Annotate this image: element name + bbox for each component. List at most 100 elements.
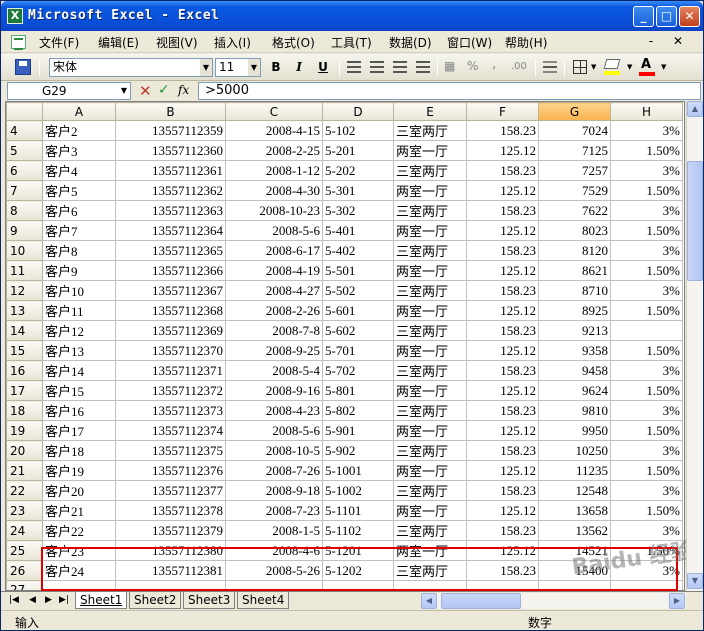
column-header-a[interactable]: A [42, 102, 116, 121]
cell-b[interactable]: 13557112379 [115, 520, 226, 541]
cell-c[interactable]: 2008-2-26 [225, 300, 323, 321]
cell-e[interactable]: 三室两厅 [393, 520, 467, 541]
cell-b[interactable]: 13557112374 [115, 420, 226, 441]
cell-h[interactable]: 3% [610, 240, 683, 261]
cell-d[interactable]: 5-1102 [322, 520, 394, 541]
cell-d[interactable]: 5-601 [322, 300, 394, 321]
cell-a[interactable]: 客户8 [42, 240, 116, 261]
minimize-button[interactable]: _ [633, 6, 654, 27]
cell-g[interactable]: 9950 [538, 420, 611, 441]
cell-h[interactable]: 1.50% [610, 340, 683, 361]
cell-g[interactable]: 10250 [538, 440, 611, 461]
column-header-c[interactable]: C [225, 102, 323, 121]
row-header[interactable]: 21 [6, 460, 43, 481]
cell-a[interactable]: 客户17 [42, 420, 116, 441]
cell-a[interactable]: 客户24 [42, 560, 116, 581]
cell-f[interactable]: 125.12 [466, 420, 539, 441]
cell-a[interactable]: 客户5 [42, 180, 116, 201]
cell-b[interactable]: 13557112380 [115, 540, 226, 561]
enter-check-icon[interactable]: ✓ [158, 82, 170, 98]
cell-b[interactable]: 13557112362 [115, 180, 226, 201]
cell-b[interactable]: 13557112372 [115, 380, 226, 401]
italic-button[interactable]: I [290, 59, 308, 76]
cell-d[interactable]: 5-501 [322, 260, 394, 281]
cell-d[interactable]: 5-302 [322, 200, 394, 221]
cell-a[interactable]: 客户19 [42, 460, 116, 481]
cell-f[interactable]: 158.23 [466, 160, 539, 181]
cell-a[interactable]: 客户6 [42, 200, 116, 221]
cell-d[interactable]: 5-902 [322, 440, 394, 461]
cell-f[interactable]: 158.23 [466, 200, 539, 221]
cell-c[interactable]: 2008-10-23 [225, 200, 323, 221]
cell-c[interactable]: 2008-1-5 [225, 520, 323, 541]
chevron-down-icon[interactable]: ▼ [200, 59, 212, 76]
column-header-g[interactable]: G [538, 102, 611, 121]
cell-d[interactable]: 5-802 [322, 400, 394, 421]
formula-input[interactable]: >5000 [198, 82, 701, 100]
row-header[interactable]: 6 [6, 160, 43, 181]
cell-g[interactable]: 9213 [538, 320, 611, 341]
cell-f[interactable]: 158.23 [466, 560, 539, 581]
cell-a[interactable]: 客户9 [42, 260, 116, 281]
horizontal-scroll-thumb[interactable] [441, 593, 521, 609]
cell-f[interactable]: 125.12 [466, 140, 539, 161]
chevron-down-icon[interactable]: ▼ [119, 84, 129, 98]
font-name-select[interactable]: 宋体 ▼ [49, 58, 213, 77]
cell-a[interactable]: 客户3 [42, 140, 116, 161]
cell-h[interactable]: 1.50% [610, 420, 683, 441]
row-header[interactable]: 23 [6, 500, 43, 521]
cell-c[interactable]: 2008-9-18 [225, 480, 323, 501]
cell-d[interactable]: 5-202 [322, 160, 394, 181]
cell-f[interactable]: 158.23 [466, 360, 539, 381]
cell-d[interactable]: 5-301 [322, 180, 394, 201]
cell-b[interactable]: 13557112359 [115, 120, 226, 141]
cell-f[interactable]: 125.12 [466, 220, 539, 241]
cell-c[interactable]: 2008-9-16 [225, 380, 323, 401]
merge-center-icon[interactable] [416, 61, 430, 73]
cell-h[interactable]: 3% [610, 360, 683, 381]
cell-g[interactable]: 7257 [538, 160, 611, 181]
cell-f[interactable]: 158.23 [466, 440, 539, 461]
cell-a[interactable]: 客户2 [42, 120, 116, 141]
cell-f[interactable]: 125.12 [466, 460, 539, 481]
first-sheet-icon[interactable]: |◀ [9, 595, 19, 605]
row-header[interactable]: 15 [6, 340, 43, 361]
cell-b[interactable]: 13557112370 [115, 340, 226, 361]
cell-d[interactable] [322, 580, 394, 590]
cell-g[interactable]: 13658 [538, 500, 611, 521]
comma-button[interactable]: , [492, 56, 496, 72]
column-header-h[interactable]: H [610, 102, 683, 121]
cell-e[interactable]: 三室两厅 [393, 480, 467, 501]
cell-d[interactable]: 5-1201 [322, 540, 394, 561]
cell-e[interactable]: 三室两厅 [393, 200, 467, 221]
workbook-window-controls[interactable]: - ✕ [649, 34, 691, 48]
cell-e[interactable]: 两室一厅 [393, 500, 467, 521]
cell-h[interactable]: 1.50% [610, 540, 683, 561]
cell-d[interactable]: 5-701 [322, 340, 394, 361]
cell-g[interactable]: 8120 [538, 240, 611, 261]
row-header[interactable]: 26 [6, 560, 43, 581]
cell-e[interactable]: 三室两厅 [393, 120, 467, 141]
cell-e[interactable]: 三室两厅 [393, 360, 467, 381]
borders-icon[interactable] [573, 60, 587, 74]
cell-h[interactable]: 3% [610, 120, 683, 141]
cell-a[interactable]: 客户13 [42, 340, 116, 361]
scroll-down-button[interactable]: ▼ [687, 573, 703, 589]
indent-icon[interactable] [543, 61, 557, 73]
cell-e[interactable]: 两室一厅 [393, 220, 467, 241]
cell-h[interactable]: 3% [610, 440, 683, 461]
cell-b[interactable]: 13557112371 [115, 360, 226, 381]
cell-c[interactable]: 2008-4-6 [225, 540, 323, 561]
cell-c[interactable]: 2008-7-26 [225, 460, 323, 481]
cell-g[interactable]: 8925 [538, 300, 611, 321]
align-center-icon[interactable] [370, 61, 384, 73]
row-header[interactable]: 20 [6, 440, 43, 461]
cell-d[interactable]: 5-1202 [322, 560, 394, 581]
cell-a[interactable]: 客户7 [42, 220, 116, 241]
align-left-icon[interactable] [347, 61, 361, 73]
vertical-scroll-thumb[interactable] [687, 161, 703, 281]
cell-e[interactable]: 两室一厅 [393, 180, 467, 201]
row-header[interactable]: 14 [6, 320, 43, 341]
cell-h[interactable]: 1.50% [610, 460, 683, 481]
row-header[interactable]: 5 [6, 140, 43, 161]
